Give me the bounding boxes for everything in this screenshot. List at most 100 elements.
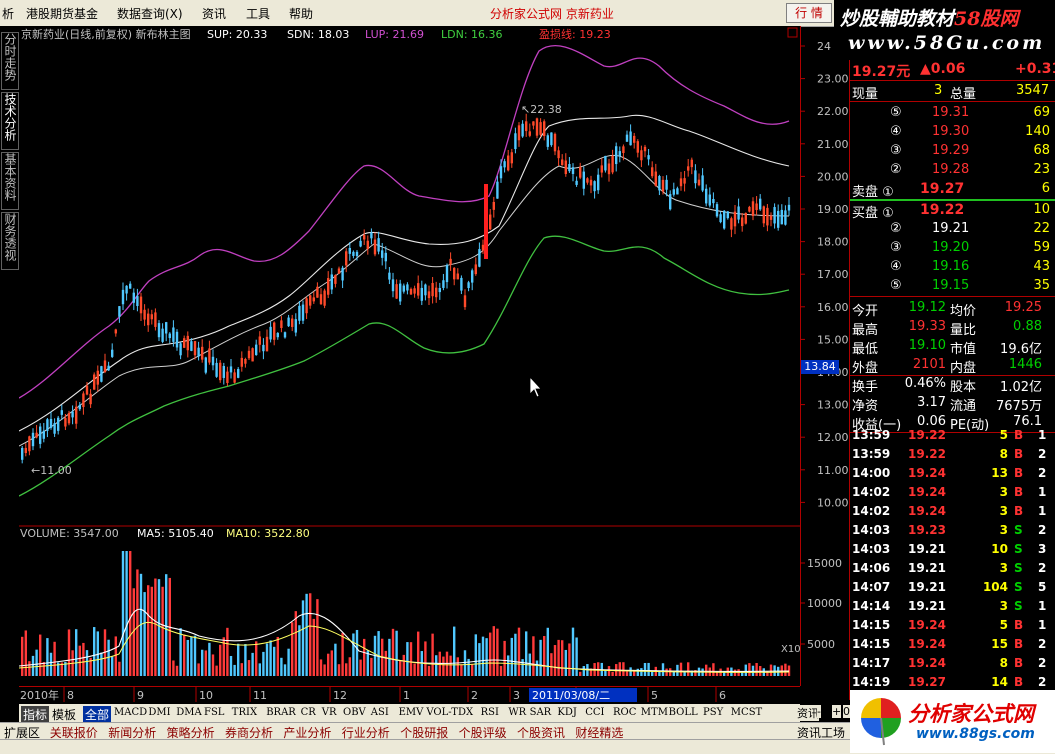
month-label: 9 <box>137 689 144 702</box>
volume-bar <box>204 650 207 676</box>
candle-body <box>255 344 258 356</box>
volume-bar <box>150 586 153 676</box>
volume-bar <box>211 654 215 676</box>
bid-row: ⑤ 19.15 35 <box>850 277 1055 296</box>
menu-item-help[interactable]: 帮助 <box>289 5 313 22</box>
candle-body <box>499 166 503 179</box>
volume-bar <box>543 636 546 676</box>
indicator-item-sar[interactable]: SAR <box>530 707 552 718</box>
ask-price: 19.27 <box>920 181 965 197</box>
volume-bar <box>525 631 528 676</box>
ask-level: ② <box>890 162 902 177</box>
candle-body <box>399 283 402 302</box>
tick-count: 1 <box>1038 504 1047 518</box>
tab-technical[interactable]: 技术分析 <box>1 92 19 150</box>
tick-time: 14:06 <box>852 561 891 575</box>
indicator-item-emv[interactable]: EMV <box>399 707 424 718</box>
price-axis-label: 18.00 <box>817 236 849 249</box>
indicator-item-dma[interactable]: DMA <box>176 707 201 718</box>
menu-item-data-query[interactable]: 数据查询(X) <box>117 5 183 22</box>
volume-bar <box>229 655 233 676</box>
bid-volume: 22 <box>1033 221 1050 236</box>
candle-body <box>186 335 189 351</box>
tab-financials[interactable]: 财务透视 <box>1 212 19 270</box>
candle-body <box>557 150 560 159</box>
menu-item-tools[interactable]: 工具 <box>246 5 270 22</box>
indicator-item-vr[interactable]: VR <box>322 707 337 718</box>
tab-intraday[interactable]: 分时走势 <box>1 32 19 90</box>
volume-bar <box>129 551 132 676</box>
volume-bar <box>611 671 614 676</box>
candle-body <box>283 332 287 338</box>
indicator-item-mcst[interactable]: MCST <box>731 707 762 718</box>
menu-item-hk-futures[interactable]: 港股期货基金 <box>26 5 98 22</box>
candle-body <box>273 322 276 340</box>
month-label: 5 <box>651 689 658 702</box>
stat-value: 0.88 <box>1013 319 1042 334</box>
zoom-control-3[interactable]: 0 <box>843 705 850 718</box>
indicator-item-obv[interactable]: OBV <box>343 707 366 718</box>
candle-body <box>651 167 654 177</box>
stat-row: 今开 19.12 均价 19.25 <box>850 299 1055 319</box>
candle-body <box>409 288 413 295</box>
volume-bar <box>769 664 773 676</box>
indicator-item-asi[interactable]: ASI <box>371 707 389 718</box>
indicator-item-wr[interactable]: WR <box>508 707 526 718</box>
kline-chart[interactable]: 京新药业(日线,前复权) 新布林主图 SUP: 20.33 SDN: 18.03… <box>19 26 800 686</box>
candle-body <box>539 122 542 135</box>
volume-bar <box>291 622 294 676</box>
volume-bar <box>348 657 351 676</box>
stat-value: 3.17 <box>917 395 946 410</box>
indicator-tab[interactable]: 指标 <box>21 706 50 723</box>
bid-price: 19.20 <box>932 240 970 255</box>
indicator-item-cr[interactable]: CR <box>301 707 316 718</box>
indicator-item-psy[interactable]: PSY <box>703 707 723 718</box>
indicator-item-boll[interactable]: BOLL <box>669 707 698 718</box>
indicator-item-kdj[interactable]: KDJ <box>557 707 577 718</box>
indicator-item-brar[interactable]: BRAR <box>266 707 296 718</box>
zoom-control-1[interactable]: - <box>817 705 821 718</box>
tick-price: 19.22 <box>908 428 946 442</box>
indicator-item-macd[interactable]: MACD <box>114 707 147 718</box>
indicator-tab[interactable]: 全部 <box>83 706 112 723</box>
bid-volume: 35 <box>1033 278 1050 293</box>
menu-item-analysis[interactable]: 析 <box>2 5 14 22</box>
candle-body <box>604 155 607 171</box>
tick-direction: B <box>1014 504 1024 518</box>
candle-body <box>345 251 348 266</box>
indicator-tab[interactable]: 模板 <box>52 706 76 723</box>
indicator-item-fsl[interactable]: FSL <box>204 707 224 718</box>
indicator-item-cci[interactable]: CCI <box>585 707 604 718</box>
indicator-item-rsi[interactable]: RSI <box>481 707 499 718</box>
volume-bar <box>75 629 78 676</box>
quote-toggle-button[interactable]: 行 情 <box>786 3 832 23</box>
month-label: 3 <box>513 689 520 702</box>
date-axis: 2010年891011121234562011/03/08/二日线 <box>19 686 833 703</box>
candle-body <box>456 273 459 280</box>
indicator-item-trix[interactable]: TRIX <box>232 707 257 718</box>
ask-row: ③ 19.29 68 <box>850 142 1055 161</box>
watermark-brand: 58股网 <box>954 8 1019 30</box>
indicator-item-dmi[interactable]: DMI <box>148 707 170 718</box>
menu-item-news[interactable]: 资讯 <box>202 5 226 22</box>
volume-bar <box>409 642 413 676</box>
ask-volume: 23 <box>1033 162 1050 177</box>
volume-bar <box>568 643 571 676</box>
divider <box>850 80 1055 81</box>
month-label: 2 <box>471 689 478 702</box>
news-toggle-button[interactable]: 资讯 <box>797 705 819 721</box>
volume-bar <box>161 586 164 676</box>
indicator-item-vol-tdx[interactable]: VOL-TDX <box>426 707 473 718</box>
candle-body <box>359 240 362 247</box>
candle-body <box>111 349 114 357</box>
indicator-item-roc[interactable]: ROC <box>613 707 636 718</box>
zoom-control-2[interactable]: + <box>832 705 842 718</box>
candle-body <box>665 179 668 190</box>
tab-fundamentals[interactable]: 基本资料 <box>1 152 19 210</box>
chart-canvas[interactable]: 京新药业(日线,前复权) 新布林主图 SUP: 20.33 SDN: 18.03… <box>19 26 800 686</box>
volume-bar <box>399 660 402 676</box>
indicator-item-mtm[interactable]: MTM <box>641 707 668 718</box>
volume-bar <box>712 663 715 676</box>
candle-body <box>183 338 186 348</box>
candle-body <box>125 285 128 294</box>
